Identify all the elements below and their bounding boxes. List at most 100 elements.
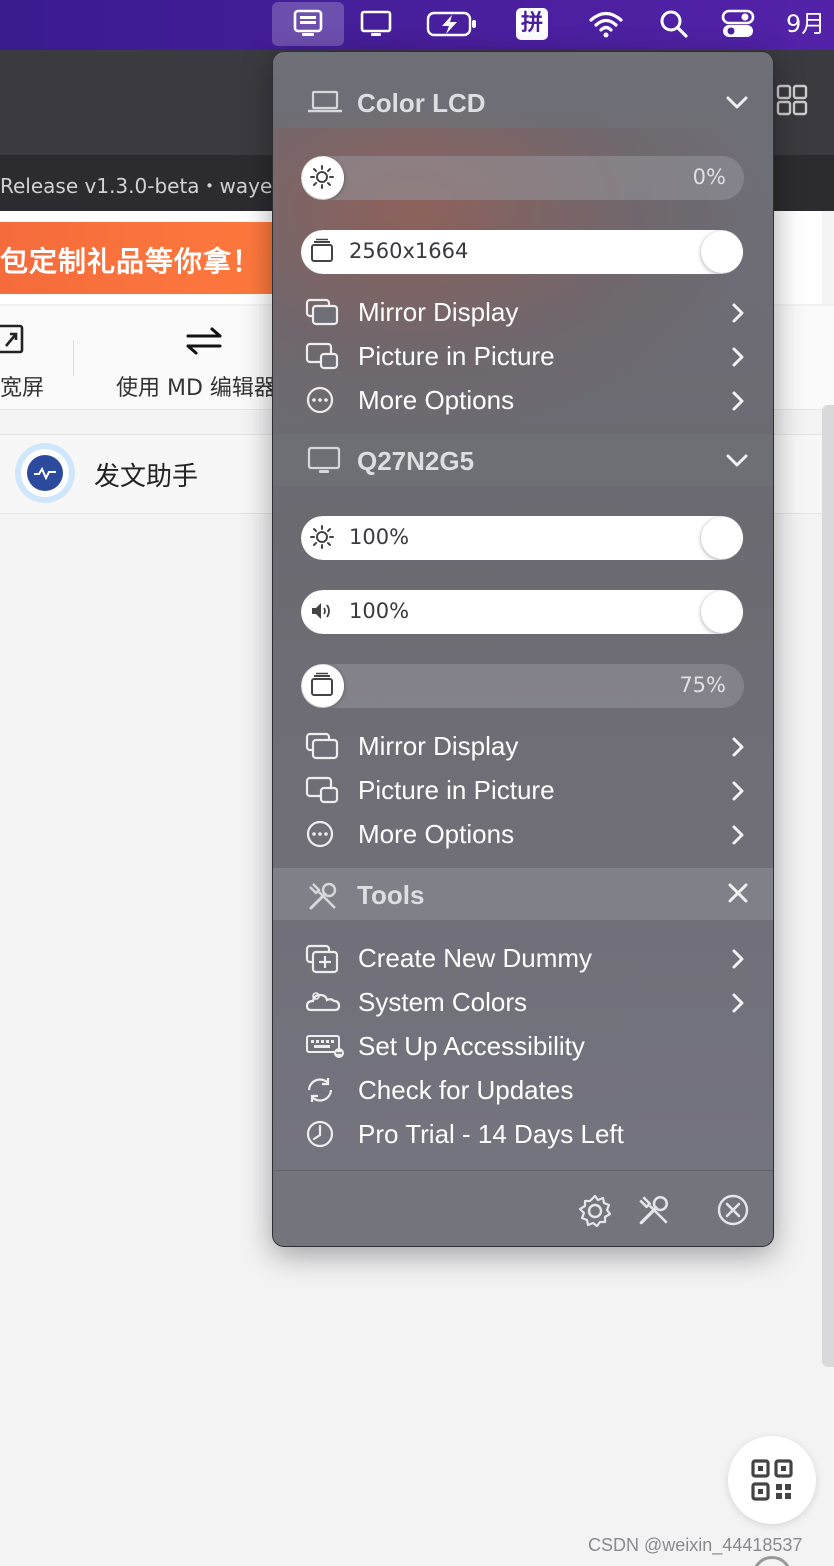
more-options-icon	[305, 820, 335, 853]
input-method-label: 拼	[516, 8, 548, 40]
menubar-date[interactable]: 9月	[786, 0, 825, 48]
close-icon[interactable]	[727, 882, 749, 909]
control-center-icon[interactable]	[718, 0, 758, 48]
settings-gear-icon[interactable]	[577, 1193, 613, 1234]
brightness-slider[interactable]: 100%	[301, 516, 744, 560]
mirror-display-icon	[305, 298, 339, 331]
expand-icon[interactable]	[0, 324, 26, 359]
battery-charging-icon[interactable]	[424, 0, 480, 48]
chevron-right-icon	[731, 736, 745, 763]
laptop-icon	[307, 88, 343, 121]
menu-item-picture-in-picture[interactable]: Picture in Picture	[273, 768, 773, 812]
assistant-avatar	[14, 442, 76, 504]
menu-item-create-new-dummy[interactable]: Create New Dummy	[273, 936, 773, 980]
speaker-icon	[309, 598, 335, 629]
volume-slider[interactable]: 100%	[301, 590, 744, 634]
clock-icon	[305, 1120, 335, 1153]
chevron-down-icon[interactable]	[725, 90, 749, 119]
menu-item-label: Mirror Display	[358, 731, 519, 761]
tools-icon[interactable]	[637, 1193, 671, 1232]
chevron-right-icon	[731, 948, 745, 975]
tools-title: Tools	[357, 880, 425, 910]
menu-item-label: More Options	[358, 385, 515, 415]
picture-in-picture-icon	[305, 776, 339, 809]
grid-view-icon[interactable]	[776, 84, 808, 121]
csdn-watermark: CSDN @weixin_44418537	[588, 1535, 803, 1555]
menu-item-check-for-updates[interactable]: Check for Updates	[273, 1068, 773, 1112]
display-title: Color LCD	[357, 88, 486, 118]
display-menu: Color LCD 0% 2560x1664 Mirror Display Pi…	[272, 51, 774, 1247]
qr-code-button[interactable]	[728, 1436, 816, 1524]
menu-item-label: Set Up Accessibility	[358, 1031, 585, 1061]
layer-slider[interactable]: 75%	[301, 664, 744, 708]
chevron-right-icon	[731, 824, 745, 851]
create-dummy-icon	[305, 944, 339, 979]
slider-knob[interactable]	[701, 591, 743, 633]
resolution-icon	[309, 238, 335, 269]
monitor-icon[interactable]	[356, 0, 396, 48]
tool-divider	[73, 340, 74, 376]
chevron-right-icon	[731, 992, 745, 1019]
menu-item-label: Picture in Picture	[358, 341, 555, 371]
page-scrollbar[interactable]	[822, 405, 834, 1367]
chevron-right-icon	[731, 390, 745, 417]
picture-in-picture-icon	[305, 342, 339, 375]
menu-item-mirror-display[interactable]: Mirror Display	[273, 290, 773, 334]
chevron-right-icon	[731, 780, 745, 807]
brightness-slider[interactable]: 0%	[301, 156, 744, 200]
menu-item-pro-trial[interactable]: Pro Trial - 14 Days Left	[273, 1112, 773, 1156]
slider-knob[interactable]	[701, 231, 743, 273]
menu-item-label: Create New Dummy	[358, 943, 593, 973]
layer-value: 75%	[679, 673, 726, 697]
quit-icon[interactable]	[716, 1193, 750, 1232]
slider-knob[interactable]	[701, 517, 743, 559]
menu-item-label: More Options	[358, 819, 515, 849]
chevron-right-icon	[731, 302, 745, 329]
resolution-slider[interactable]: 2560x1664	[301, 230, 744, 274]
menu-item-mirror-display[interactable]: Mirror Display	[273, 724, 773, 768]
qr-code-icon	[751, 1459, 793, 1501]
section-header-color-lcd[interactable]: Color LCD	[273, 76, 773, 128]
brightness-icon	[309, 164, 335, 195]
display-manager-icon[interactable]	[272, 2, 344, 46]
section-header-q27n2g5[interactable]: Q27N2G5	[273, 434, 773, 486]
menu-bar: 拼 9月	[0, 0, 834, 50]
wifi-icon[interactable]	[586, 0, 626, 48]
refresh-icon	[305, 1076, 335, 1109]
monitor-icon	[307, 446, 341, 481]
menu-item-system-colors[interactable]: System Colors	[273, 980, 773, 1024]
assistant-label: 发文助手	[94, 462, 199, 492]
menu-item-picture-in-picture[interactable]: Picture in Picture	[273, 334, 773, 378]
brightness-value: 0%	[692, 165, 726, 189]
promo-banner-text: 包定制礼品等你拿！	[0, 245, 262, 278]
system-colors-icon	[305, 988, 341, 1021]
menu-item-label: Picture in Picture	[358, 775, 555, 805]
section-header-tools[interactable]: Tools	[273, 868, 773, 920]
menu-item-label: Pro Trial - 14 Days Left	[358, 1119, 624, 1149]
more-options-icon	[305, 386, 335, 419]
volume-value: 100%	[349, 599, 410, 623]
wide-screen-label[interactable]: 宽屏	[0, 370, 44, 402]
display-title: Q27N2G5	[357, 446, 475, 476]
menu-item-label: System Colors	[358, 987, 528, 1017]
brightness-icon	[309, 524, 335, 555]
menu-item-set-up-accessibility[interactable]: Set Up Accessibility	[273, 1024, 773, 1068]
menu-footer	[273, 1170, 773, 1246]
bookmark-text[interactable]: Release v1.3.0-beta・waye	[0, 170, 272, 199]
menu-item-label: Check for Updates	[358, 1075, 574, 1105]
resolution-value: 2560x1664	[349, 239, 469, 263]
search-icon[interactable]	[656, 0, 692, 48]
menu-item-label: Mirror Display	[358, 297, 519, 327]
tools-icon	[307, 880, 339, 917]
mirror-display-icon	[305, 732, 339, 765]
md-editor-label[interactable]: 使用 MD 编辑器	[116, 370, 276, 402]
keyboard-icon	[305, 1032, 345, 1065]
chevron-right-icon	[731, 346, 745, 373]
brightness-value: 100%	[349, 525, 410, 549]
input-method-pinyin-icon[interactable]: 拼	[514, 0, 550, 48]
swap-icon[interactable]	[186, 326, 222, 361]
menu-item-more-options[interactable]: More Options	[273, 812, 773, 856]
layers-icon	[309, 672, 335, 703]
chevron-down-icon[interactable]	[725, 448, 749, 477]
menu-item-more-options[interactable]: More Options	[273, 378, 773, 422]
